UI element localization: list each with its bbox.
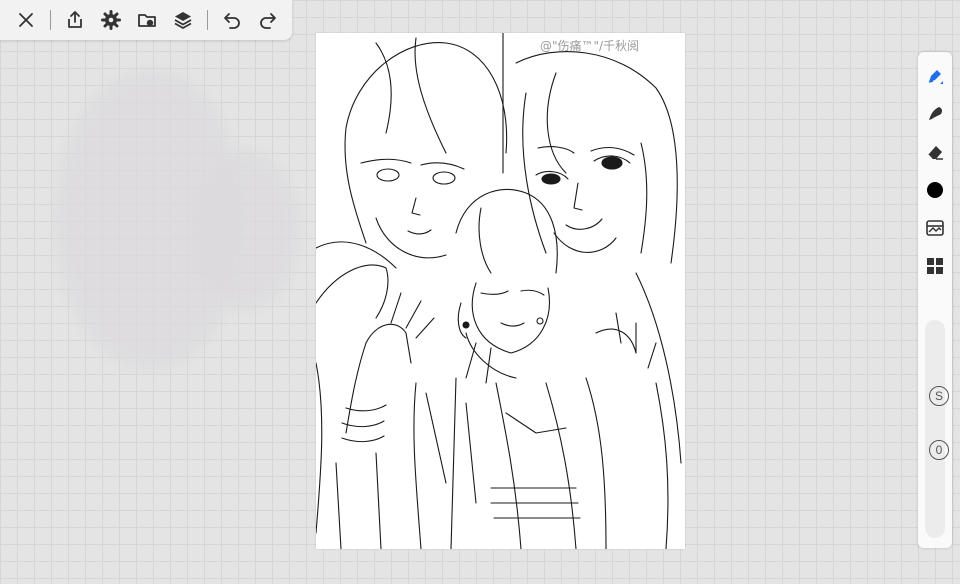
toolbar-divider (207, 10, 208, 30)
eraser-icon (927, 146, 943, 160)
import-button[interactable] (133, 6, 161, 34)
pen-icon (928, 70, 943, 84)
gallery-button[interactable] (921, 214, 949, 242)
size-label: S (929, 386, 949, 406)
grid-icon (927, 258, 943, 274)
reference-grid-button[interactable] (921, 252, 949, 280)
share-icon (68, 11, 82, 28)
share-button[interactable] (61, 6, 89, 34)
redo-button[interactable] (254, 6, 282, 34)
tool-panel: S 0 (918, 52, 952, 548)
layers-button[interactable] (169, 6, 197, 34)
undo-icon (224, 13, 240, 29)
toolbar-divider (50, 10, 51, 30)
smudge-tool-button[interactable] (921, 100, 949, 128)
smudge-icon (929, 107, 943, 120)
watermark: @"伤痛™"/千秋阅 (540, 39, 640, 53)
brush-slider[interactable]: S 0 (925, 320, 949, 538)
line-art-sketch (316, 33, 682, 549)
drawing-canvas[interactable]: @"伤痛™"/千秋阅 (316, 33, 685, 549)
settings-button[interactable] (97, 6, 125, 34)
pen-tool-button[interactable] (921, 62, 949, 90)
import-icon (138, 14, 156, 27)
close-button[interactable] (12, 6, 40, 34)
close-icon (19, 13, 33, 27)
redo-icon (260, 13, 276, 29)
color-swatch-icon (927, 182, 943, 198)
opacity-label: 0 (929, 440, 949, 460)
color-swatch[interactable] (921, 176, 949, 204)
gallery-icon (926, 220, 944, 236)
layers-icon (174, 12, 192, 29)
gear-icon (101, 10, 121, 30)
background-ghost (190, 150, 300, 310)
top-toolbar (0, 0, 292, 40)
eraser-tool-button[interactable] (921, 138, 949, 166)
undo-button[interactable] (218, 6, 246, 34)
